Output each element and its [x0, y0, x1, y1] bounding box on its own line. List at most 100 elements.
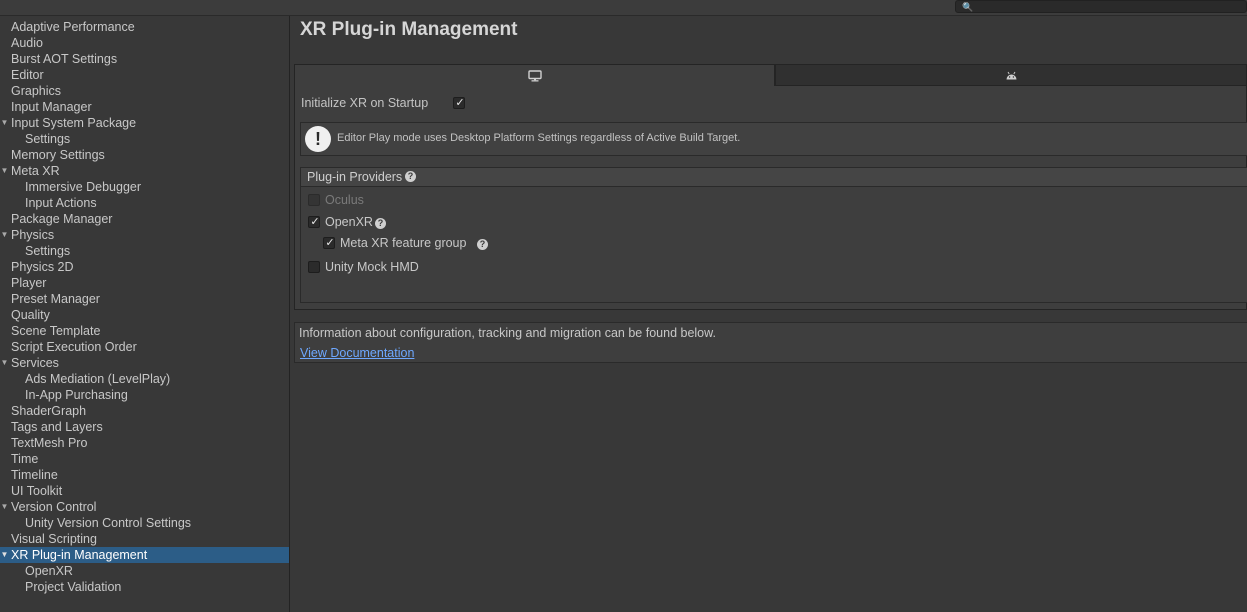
tree-item[interactable]: ▼ Services — [0, 355, 289, 371]
meta-xr-feature-group-checkbox[interactable]: ✓ — [323, 237, 335, 249]
search-field[interactable]: 🔍 — [955, 0, 1247, 13]
openxr-checkbox[interactable]: ✓ — [308, 216, 320, 228]
tree-item-selected[interactable]: ▼ XR Plug-in Management — [0, 547, 289, 563]
tree-item-label: Quality — [11, 308, 50, 322]
tree-item-label: Ads Mediation (LevelPlay) — [25, 372, 171, 386]
tree-item-label: Time — [11, 452, 39, 466]
tree-item[interactable]: OpenXR — [0, 563, 289, 579]
tree-item[interactable]: Burst AOT Settings — [0, 51, 289, 67]
tree-item[interactable]: Memory Settings — [0, 147, 289, 163]
tree-item[interactable]: In-App Purchasing — [0, 387, 289, 403]
tree-item-label: Editor — [11, 68, 44, 82]
tree-item[interactable]: ▼ Version Control — [0, 499, 289, 515]
tree-item[interactable]: Timeline — [0, 467, 289, 483]
tree-item-label: Settings — [25, 132, 71, 146]
tree-item-label: UI Toolkit — [11, 484, 63, 498]
checkmark-icon: ✓ — [455, 97, 465, 109]
tree-item-label: Input Manager — [11, 100, 92, 114]
info-box: Information about configuration, trackin… — [294, 322, 1247, 363]
tree-item[interactable]: Preset Manager — [0, 291, 289, 307]
settings-sidebar: Adaptive Performance Audio Burst AOT Set… — [0, 16, 290, 612]
tree-item-label: Preset Manager — [11, 292, 100, 306]
tree-item[interactable]: Physics 2D — [0, 259, 289, 275]
tree-item-label: Audio — [11, 36, 43, 50]
platform-tabs — [294, 64, 1247, 86]
help-question-icon[interactable]: ? — [477, 239, 488, 250]
tree-item[interactable]: Input Actions — [0, 195, 289, 211]
tree-item[interactable]: Scene Template — [0, 323, 289, 339]
tree-item[interactable]: Adaptive Performance — [0, 19, 289, 35]
tree-item[interactable]: ShaderGraph — [0, 403, 289, 419]
tree-item[interactable]: Player — [0, 275, 289, 291]
top-toolbar: 🔍 — [0, 0, 1247, 16]
tree-item[interactable]: Editor — [0, 67, 289, 83]
tree-item-label: Adaptive Performance — [11, 20, 135, 34]
page-title: XR Plug-in Management — [300, 19, 518, 40]
tree-item-label: Project Validation — [25, 580, 122, 594]
tree-item[interactable]: Quality — [0, 307, 289, 323]
tree-item[interactable]: ▼ Physics — [0, 227, 289, 243]
expand-arrow-icon[interactable]: ▼ — [0, 499, 9, 515]
checkmark-icon: ✓ — [310, 216, 320, 228]
help-question-icon[interactable]: ? — [375, 218, 386, 229]
tree-item-label: Memory Settings — [11, 148, 105, 162]
exclamation-icon: ! — [305, 126, 331, 152]
tree-item[interactable]: Project Validation — [0, 579, 289, 595]
tree-item[interactable]: Settings — [0, 243, 289, 259]
tree-item[interactable]: Audio — [0, 35, 289, 51]
tree-item[interactable]: Package Manager — [0, 211, 289, 227]
expand-arrow-icon[interactable]: ▼ — [0, 163, 9, 179]
init-on-startup-label: Initialize XR on Startup — [301, 96, 429, 110]
tree-item-label: Visual Scripting — [11, 532, 97, 546]
tree-item-label: ShaderGraph — [11, 404, 87, 418]
tree-item-label: In-App Purchasing — [25, 388, 128, 402]
tree-item[interactable]: Tags and Layers — [0, 419, 289, 435]
tree-item-label: Package Manager — [11, 212, 113, 226]
tree-item[interactable]: Immersive Debugger — [0, 179, 289, 195]
tree-item-label: Services — [11, 356, 59, 370]
unity-mock-hmd-checkbox[interactable] — [308, 261, 320, 273]
tab-desktop[interactable] — [294, 64, 775, 86]
unity-mock-hmd-label: Unity Mock HMD — [325, 260, 419, 274]
info-text: Information about configuration, trackin… — [299, 326, 716, 340]
tree-item-label: Scene Template — [11, 324, 101, 338]
search-input[interactable] — [974, 1, 1234, 12]
magnifier-icon: 🔍 — [962, 2, 974, 12]
expand-arrow-icon[interactable]: ▼ — [0, 227, 9, 243]
android-icon — [1006, 71, 1016, 79]
tab-android[interactable] — [775, 64, 1247, 86]
desktop-monitor-icon — [527, 69, 542, 81]
oculus-checkbox — [308, 194, 320, 206]
plugin-providers-title: Plug-in Providers — [307, 170, 403, 184]
tree-item-label: Immersive Debugger — [25, 180, 142, 194]
tree-item[interactable]: UI Toolkit — [0, 483, 289, 499]
init-on-startup-checkbox[interactable]: ✓ — [453, 97, 465, 109]
expand-arrow-icon[interactable]: ▼ — [0, 355, 9, 371]
expand-arrow-icon[interactable]: ▼ — [0, 115, 9, 131]
checkmark-icon: ✓ — [325, 237, 335, 249]
tree-item[interactable]: Settings — [0, 131, 289, 147]
tree-item-label: Settings — [25, 244, 71, 258]
tree-item-label: Timeline — [11, 468, 58, 482]
help-question-icon[interactable]: ? — [405, 171, 416, 182]
tree-item[interactable]: TextMesh Pro — [0, 435, 289, 451]
tree-item[interactable]: Ads Mediation (LevelPlay) — [0, 371, 289, 387]
tree-item[interactable]: Unity Version Control Settings — [0, 515, 289, 531]
tree-item[interactable]: Visual Scripting — [0, 531, 289, 547]
openxr-label: OpenXR — [325, 215, 373, 229]
tree-item-label: OpenXR — [25, 564, 73, 578]
tree-item[interactable]: ▼ Meta XR — [0, 163, 289, 179]
tree-item-label: Input System Package — [11, 116, 137, 130]
tree-item-label: Meta XR — [11, 164, 60, 178]
expand-arrow-icon[interactable]: ▼ — [0, 547, 9, 563]
settings-panel: Initialize XR on Startup ✓ ! Editor Play… — [294, 86, 1247, 310]
tree-item[interactable]: Script Execution Order — [0, 339, 289, 355]
help-box-text: Editor Play mode uses Desktop Platform S… — [337, 132, 741, 144]
tree-item[interactable]: Input Manager — [0, 99, 289, 115]
tree-item[interactable]: Graphics — [0, 83, 289, 99]
view-documentation-link[interactable]: View Documentation — [300, 346, 414, 360]
tree-item-label: Unity Version Control Settings — [25, 516, 192, 530]
tree-item[interactable]: Time — [0, 451, 289, 467]
tree-item[interactable]: ▼ Input System Package — [0, 115, 289, 131]
tree-item-label: Tags and Layers — [11, 420, 103, 434]
